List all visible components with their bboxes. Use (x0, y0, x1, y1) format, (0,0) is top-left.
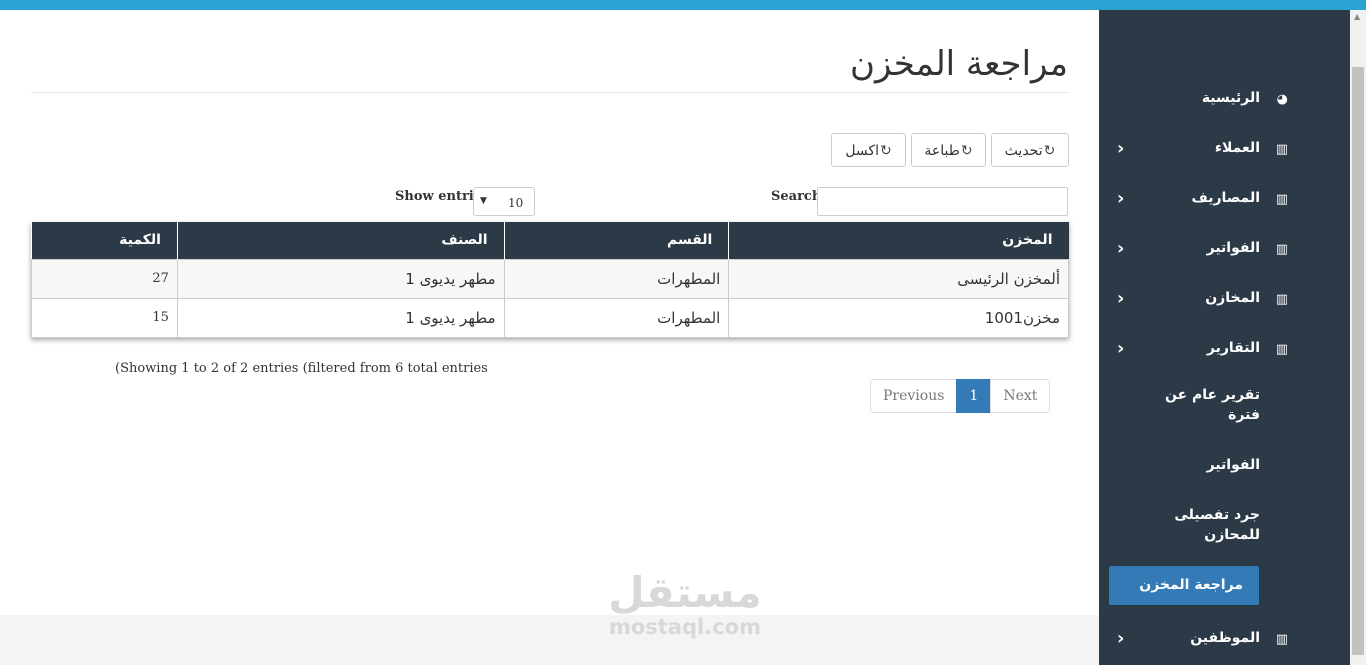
refresh-icon: ↻ (879, 141, 892, 158)
top-accent-bar (0, 0, 1366, 10)
sidebar-item-expenses[interactable]: ▥ المصاريف ‹ (1099, 180, 1350, 220)
bar-chart-icon: ▥ (1275, 142, 1288, 157)
sidebar-subitem-warehouse-review[interactable]: مراجعة المخزن (1109, 566, 1259, 605)
excel-button-label: اكسل (845, 141, 879, 158)
footer-strip (0, 615, 1099, 665)
pagination-previous[interactable]: Previous (870, 379, 958, 413)
warehouse-table: المخزن القسم الصنف الكمية ألمخزن الرئيسى… (31, 222, 1069, 338)
table-cell: 27 (31, 258, 178, 299)
sidebar-item-label: التقارير (1206, 340, 1260, 356)
scrollbar[interactable]: ▲ (1350, 10, 1366, 665)
excel-button[interactable]: ↻ اكسل (831, 133, 906, 167)
sidebar-item-label: المخازن (1205, 290, 1260, 306)
sidebar-item-label: المصاريف (1191, 190, 1260, 206)
chevron-left-icon: ‹ (1117, 628, 1125, 649)
table-row: ألمخزن الرئيسى المطهرات مطهر يديوى 1 27 (31, 258, 1069, 299)
main-content: مراجعة المخزن ↻ تحديث ↻ طباعة ↻ اكسل Sea… (0, 10, 1099, 615)
chevron-left-icon: ‹ (1117, 138, 1125, 159)
refresh-button[interactable]: ↻ تحديث (991, 133, 1069, 167)
table-cell: 15 (31, 297, 178, 338)
refresh-icon: ↻ (960, 141, 973, 158)
table-cell: المطهرات (503, 258, 730, 299)
print-button[interactable]: ↻ طباعة (911, 133, 986, 167)
dropdown-arrow-icon: ▼ (480, 196, 487, 206)
sidebar-item-invoices[interactable]: ▥ الفواتير ‹ (1099, 230, 1350, 270)
page-title: مراجعة المخزن (849, 44, 1068, 84)
sidebar-item-reports[interactable]: ▥ التقارير ‹ (1099, 330, 1350, 370)
scrollbar-thumb[interactable] (1352, 67, 1364, 655)
column-header[interactable]: القسم (503, 222, 729, 259)
bar-chart-icon: ▥ (1275, 342, 1288, 357)
title-divider (31, 92, 1068, 93)
bar-chart-icon: ▥ (1275, 632, 1288, 647)
pagination-next[interactable]: Next (990, 379, 1051, 413)
column-header[interactable]: المخزن (728, 222, 1069, 259)
bar-chart-icon: ▥ (1275, 242, 1288, 257)
refresh-button-label: تحديث (1004, 141, 1043, 158)
table-info: (Showing 1 to 2 of 2 entries (filtered f… (115, 361, 488, 376)
bar-chart-icon: ▥ (1275, 292, 1288, 307)
table-cell: مطهر يديوى 1 (176, 258, 505, 299)
sidebar-item-home[interactable]: ◕ الرئيسية (1099, 80, 1350, 120)
column-header[interactable]: الصنف (176, 222, 505, 259)
entries-value: 10 (508, 196, 524, 210)
sidebar-item-label: الموظفين (1190, 630, 1260, 646)
table-row: مخزن1001 المطهرات مطهر يديوى 1 15 (31, 297, 1069, 338)
sidebar-item-warehouses[interactable]: ▥ المخازن ‹ (1099, 280, 1350, 320)
table-cell: المطهرات (503, 297, 730, 338)
chevron-left-icon: ‹ (1117, 338, 1125, 359)
print-button-label: طباعة (924, 141, 960, 158)
sidebar-item-employees[interactable]: ▥ الموظفين ‹ (1099, 620, 1350, 660)
refresh-icon: ↻ (1043, 141, 1056, 158)
table-header-row: المخزن القسم الصنف الكمية (31, 222, 1069, 259)
sidebar-subitem-invoices[interactable]: الفواتير (1207, 455, 1260, 475)
sidebar: ◕ الرئيسية ▥ العملاء ‹ ▥ المصاريف ‹ ▥ ال… (1099, 10, 1350, 665)
pagination: Previous 1 Next (870, 379, 1051, 413)
sidebar-item-label: العملاء (1214, 140, 1260, 156)
dashboard-icon: ◕ (1276, 92, 1288, 107)
chevron-left-icon: ‹ (1117, 288, 1125, 309)
sidebar-item-clients[interactable]: ▥ العملاء ‹ (1099, 130, 1350, 170)
pagination-page-1[interactable]: 1 (956, 379, 992, 413)
table-cell: مطهر يديوى 1 (176, 297, 505, 338)
search-input[interactable] (817, 187, 1068, 216)
entries-select[interactable]: ▼ 10 (473, 187, 535, 216)
chevron-left-icon: ‹ (1117, 238, 1125, 259)
sidebar-subitem-inventory-count[interactable]: جرد تفصيلى للمحازن (1160, 505, 1260, 545)
sidebar-item-label: الرئيسية (1201, 90, 1260, 106)
sidebar-subitem-period-report[interactable]: تقرير عام عن فترة (1150, 385, 1260, 425)
column-header[interactable]: الكمية (31, 222, 178, 259)
table-cell: مخزن1001 (728, 297, 1069, 338)
table-cell: ألمخزن الرئيسى (728, 258, 1069, 299)
chevron-left-icon: ‹ (1117, 188, 1125, 209)
scroll-up-arrow-icon[interactable]: ▲ (1354, 12, 1360, 21)
sidebar-item-label: الفواتير (1206, 240, 1260, 256)
bar-chart-icon: ▥ (1275, 192, 1288, 207)
